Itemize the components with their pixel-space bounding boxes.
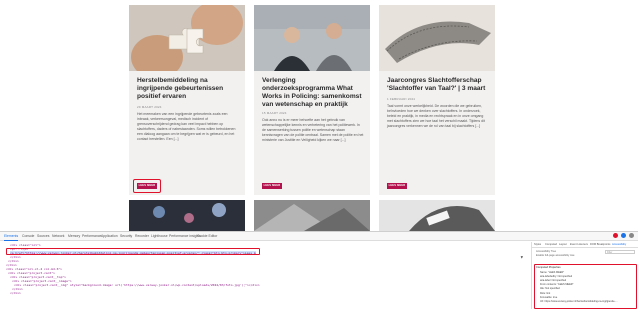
card-title[interactable]: Herstelbemiddeling na ingrijpende gebeur… (137, 77, 241, 101)
website-viewport: Herstelbemiddeling na ingrijpende gebeur… (0, 0, 638, 231)
tab-console[interactable]: Console (22, 234, 34, 238)
tab-event-listeners[interactable]: Event Listeners (570, 243, 588, 246)
highlight-box (6, 248, 260, 255)
read-more-button[interactable]: LEES MEER (137, 183, 157, 189)
tab-recorder[interactable]: Recorder (135, 234, 149, 238)
acc-property: aria-label: Not specified (540, 279, 567, 282)
tab-sources[interactable]: Sources (37, 234, 49, 238)
card-image-next[interactable] (379, 200, 495, 231)
settings-gear-icon[interactable] (621, 233, 626, 238)
tab-dom-breakpoints[interactable]: DOM Breakpoints (590, 243, 610, 246)
card-date: 29 MAART 2024 (137, 105, 162, 109)
card-excerpt: Ook anno nu is er meer behoefte aan het … (262, 118, 364, 142)
tab-computed[interactable]: Computed (545, 243, 557, 246)
card-excerpt: Het meemaken van een ingrijpende gebeurt… (137, 112, 236, 141)
card-title[interactable]: Jaarcongres Slachtofferschap 'Slachtoffe… (387, 77, 491, 93)
acc-property: Name: "LEES MEER" (540, 271, 565, 274)
tab-lighthouse[interactable]: Lighthouse (151, 234, 168, 238)
tab-application[interactable]: Application (101, 234, 118, 238)
dom-tree: <div class="col"> <p>...</p> <a href="ht… (0, 242, 528, 309)
acc-property: Role: link (540, 292, 551, 295)
read-more-button[interactable]: LEES MEER (387, 183, 407, 189)
accessibility-tree-label[interactable]: Accessibility Tree (536, 250, 556, 253)
tab-elements[interactable]: Elements (4, 234, 19, 241)
acc-property: From contents: "LEES MEER" (540, 283, 574, 286)
expand-arrow-icon[interactable]: ▾ (520, 254, 524, 261)
card-title[interactable]: Verlenging onderzoeksprogramma What Work… (262, 77, 366, 109)
card-image-tape (379, 5, 495, 71)
tab-styles[interactable]: Styles (534, 243, 541, 246)
acc-property: aria-labelledby: Not specified (540, 275, 573, 278)
tab-layout[interactable]: Layout (559, 243, 567, 246)
devtools-tab-bar: Elements Console Sources Network Memory … (0, 232, 638, 241)
read-more-button[interactable]: LEES MEER (262, 183, 282, 189)
card-image-portrait (254, 5, 370, 71)
more-options-icon[interactable] (629, 233, 634, 238)
dom-node[interactable]: </div> (10, 291, 21, 295)
card-image-next[interactable] (129, 200, 245, 231)
sidebar-tab-bar: Styles Computed Layout Event Listeners D… (532, 242, 638, 248)
tab-network[interactable]: Network (52, 234, 64, 238)
card-image-puzzle (129, 5, 245, 71)
acc-property: Url: https://www.verwey-jonker.nl/herste… (540, 300, 618, 303)
tab-accessibility[interactable]: Accessibility (612, 243, 626, 246)
tab-memory[interactable]: Memory (68, 234, 80, 238)
card-image-next[interactable] (254, 200, 370, 231)
devtools-panel: Elements Console Sources Network Memory … (0, 231, 638, 309)
card-date: 15 MAART 2024 (262, 111, 287, 115)
tab-cookie-editor[interactable]: Cookie Editor (197, 234, 217, 238)
card-excerpt: Taal vormt onze werkelijkheid. De woorde… (387, 104, 485, 128)
card-date: 1 FEBRUARI 2024 (387, 97, 416, 101)
dom-node[interactable]: <div class="project-card__img" style="ba… (14, 283, 264, 287)
full-page-tree-toggle[interactable]: Enable full-page accessibility tree (536, 254, 575, 257)
devtools-toolbar-icons (613, 233, 634, 240)
computed-properties-heading[interactable]: Computed Properties (536, 266, 561, 269)
tab-security[interactable]: Security (120, 234, 132, 238)
tab-performance[interactable]: Performance (82, 234, 101, 238)
devtools-sidebar: Styles Computed Layout Event Listeners D… (531, 242, 638, 309)
error-count-icon[interactable] (613, 233, 618, 238)
news-card: Jaarcongres Slachtofferschap 'Slachtoffe… (379, 5, 495, 195)
filter-input[interactable]: Filter (605, 250, 635, 254)
news-card: Herstelbemiddeling na ingrijpende gebeur… (129, 5, 245, 195)
news-card: Verlenging onderzoeksprogramma What Work… (254, 5, 370, 195)
acc-property: title: Not specified (540, 287, 560, 290)
acc-property: Focusable: true (540, 296, 558, 299)
